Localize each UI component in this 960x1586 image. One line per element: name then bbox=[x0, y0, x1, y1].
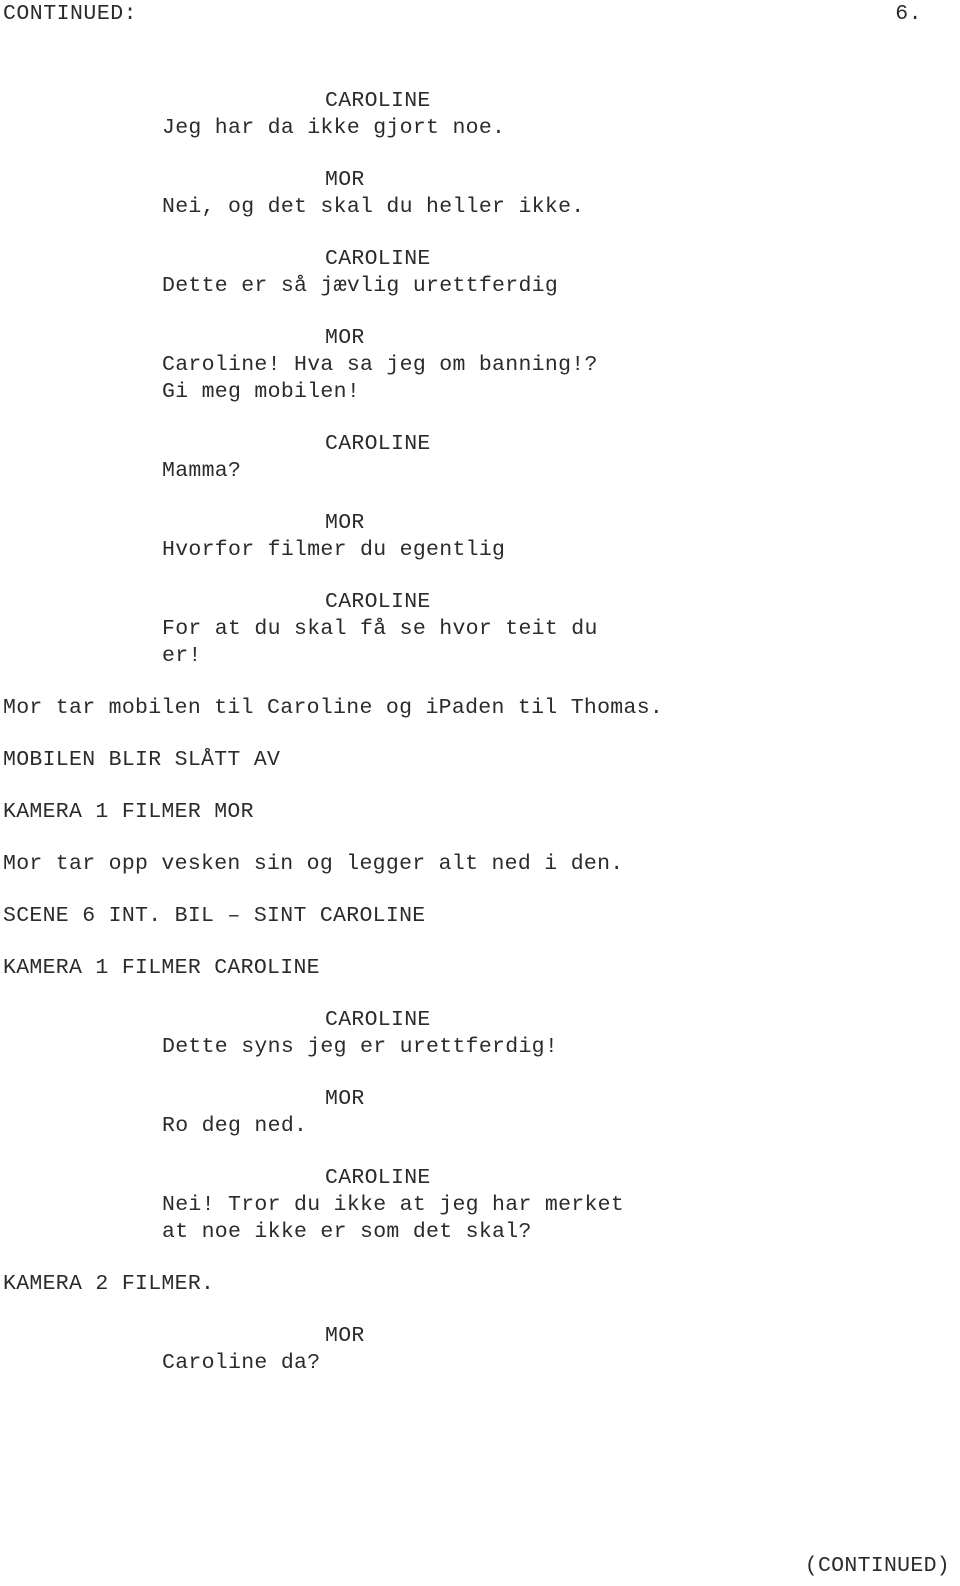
dialogue-block: CAROLINE Mamma? bbox=[0, 431, 960, 485]
character-cue: MOR bbox=[325, 1087, 365, 1111]
dialogue-block: MOR Ro deg ned. bbox=[0, 1086, 960, 1140]
action-line: KAMERA 2 FILMER. bbox=[3, 1272, 215, 1296]
dialogue-line: Nei! Tror du ikke at jeg har merket bbox=[162, 1193, 625, 1217]
dialogue-line: Caroline! Hva sa jeg om banning!? bbox=[162, 353, 598, 377]
dialogue-line: Mamma? bbox=[162, 459, 242, 483]
screenplay-page: CONTINUED: 6. CAROLINE Jeg har da ikke gj… bbox=[0, 0, 960, 1586]
dialogue-block: MOR Caroline! Hva sa jeg om banning!? Gi m… bbox=[0, 325, 960, 406]
character-cue: MOR bbox=[325, 168, 365, 192]
action-line: KAMERA 1 FILMER MOR bbox=[3, 800, 254, 824]
action-line: Mor tar mobilen til Caroline og iPaden t… bbox=[3, 696, 664, 720]
dialogue-block: MOR Nei, og det skal du heller ikke. bbox=[0, 167, 960, 221]
dialogue-line: Caroline da? bbox=[162, 1351, 321, 1375]
dialogue-line: Ro deg ned. bbox=[162, 1114, 308, 1138]
dialogue-line: For at du skal få se hvor teit du bbox=[162, 617, 598, 641]
action-block: MOBILEN BLIR SLÅTT AV bbox=[0, 747, 960, 774]
character-cue: CAROLINE bbox=[325, 1166, 431, 1190]
character-cue: CAROLINE bbox=[325, 89, 431, 113]
dialogue-block: CAROLINE Dette er så jævlig urettferdig bbox=[0, 246, 960, 300]
dialogue-block: CAROLINE Jeg har da ikke gjort noe. bbox=[0, 88, 960, 142]
script-body: CAROLINE Jeg har da ikke gjort noe. MOR Nei… bbox=[0, 88, 960, 1377]
action-block: KAMERA 1 FILMER MOR bbox=[0, 799, 960, 826]
action-block: KAMERA 1 FILMER CAROLINE bbox=[0, 955, 960, 982]
character-cue: CAROLINE bbox=[325, 432, 431, 456]
dialogue-block: CAROLINE Nei! Tror du ikke at jeg har mer… bbox=[0, 1165, 960, 1246]
dialogue-line: Dette syns jeg er urettferdig! bbox=[162, 1035, 559, 1059]
action-block: KAMERA 2 FILMER. bbox=[0, 1271, 960, 1298]
scene-heading-line: SCENE 6 INT. BIL – SINT CAROLINE bbox=[3, 904, 426, 928]
action-block: Mor tar opp vesken sin og legger alt ned… bbox=[0, 851, 960, 878]
dialogue-line: Jeg har da ikke gjort noe. bbox=[162, 116, 506, 140]
action-line: MOBILEN BLIR SLÅTT AV bbox=[3, 748, 281, 772]
dialogue-line: Hvorfor filmer du egentlig bbox=[162, 538, 506, 562]
dialogue-block: CAROLINE Dette syns jeg er urettferdig! bbox=[0, 1007, 960, 1061]
action-line: KAMERA 1 FILMER CAROLINE bbox=[3, 956, 320, 980]
page-number: 6. bbox=[895, 2, 922, 26]
dialogue-block: CAROLINE For at du skal få se hvor teit d… bbox=[0, 589, 960, 670]
character-cue: CAROLINE bbox=[325, 247, 431, 271]
dialogue-block: MOR Hvorfor filmer du egentlig bbox=[0, 510, 960, 564]
action-block: Mor tar mobilen til Caroline og iPaden t… bbox=[0, 695, 960, 722]
character-cue: CAROLINE bbox=[325, 1008, 431, 1032]
action-line: Mor tar opp vesken sin og legger alt ned… bbox=[3, 852, 624, 876]
scene-heading-block: SCENE 6 INT. BIL – SINT CAROLINE bbox=[0, 903, 960, 930]
dialogue-block: MOR Caroline da? bbox=[0, 1323, 960, 1377]
dialogue-line: Nei, og det skal du heller ikke. bbox=[162, 195, 585, 219]
dialogue-line: Dette er så jævlig urettferdig bbox=[162, 274, 559, 298]
character-cue: CAROLINE bbox=[325, 590, 431, 614]
page-footer: (CONTINUED) bbox=[0, 1548, 960, 1578]
character-cue: MOR bbox=[325, 511, 365, 535]
page-header: CONTINUED: 6. bbox=[0, 2, 960, 32]
dialogue-line: er! bbox=[162, 644, 202, 668]
dialogue-line: Gi meg mobilen! bbox=[162, 380, 361, 404]
header-continued-label: CONTINUED: bbox=[3, 2, 138, 26]
character-cue: MOR bbox=[325, 326, 365, 350]
character-cue: MOR bbox=[325, 1324, 365, 1348]
dialogue-line: at noe ikke er som det skal? bbox=[162, 1220, 532, 1244]
footer-continued-label: (CONTINUED) bbox=[804, 1554, 950, 1578]
